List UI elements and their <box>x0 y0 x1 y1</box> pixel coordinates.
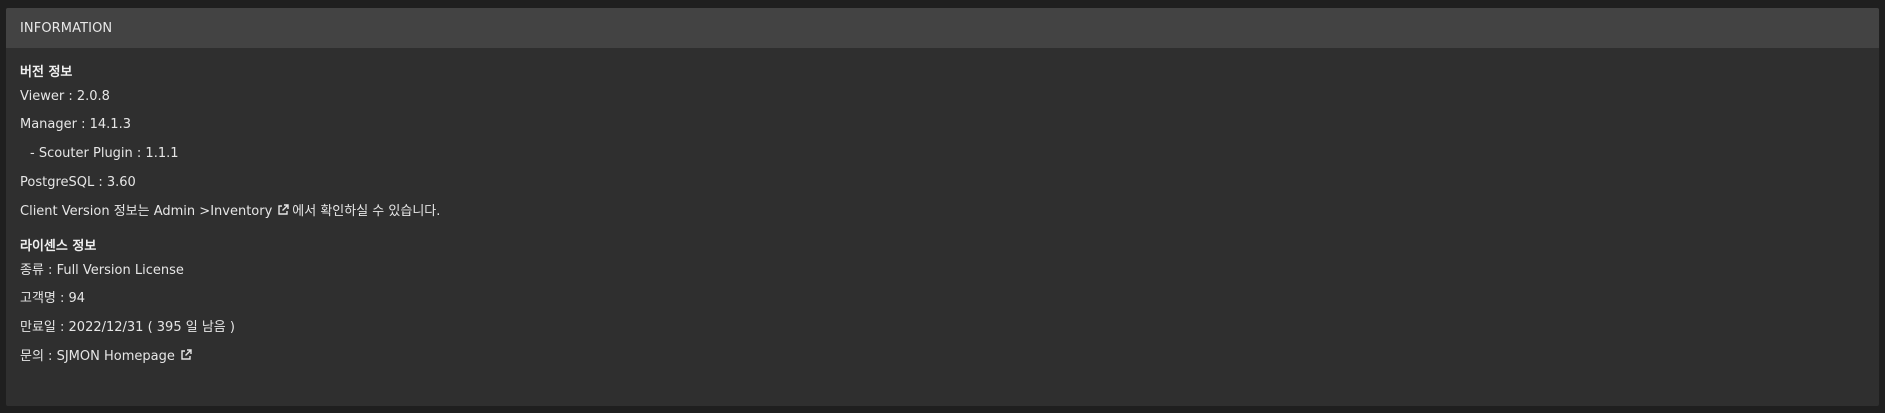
license-customer: 고객명 : 94 <box>20 291 86 306</box>
client-version-prefix: Client Version 정보는 Admin > <box>20 204 211 219</box>
version-info-heading: 버전 정보 <box>20 65 73 80</box>
panel-body: 버전 정보 Viewer : 2.0.8 Manager : 14.1.3 - … <box>6 48 1879 371</box>
panel-header: INFORMATION <box>6 8 1879 48</box>
license-contact: 문의 : SJMON Homepage <box>20 342 1865 371</box>
manager-version: Manager : 14.1.3 <box>20 117 131 132</box>
license-info-heading: 라이센스 정보 <box>20 239 97 254</box>
client-version-suffix: 에서 확인하실 수 있습니다. <box>292 204 441 219</box>
sjmon-homepage-link-label: SJMON Homepage <box>56 349 175 364</box>
license-contact-prefix: 문의 : <box>20 349 57 364</box>
inventory-link[interactable]: Inventory <box>210 204 292 219</box>
external-link-icon <box>277 204 289 216</box>
panel-title: INFORMATION <box>20 20 113 36</box>
license-type: 종류 : Full Version License <box>20 263 184 278</box>
scouter-plugin-version: - Scouter Plugin : 1.1.1 <box>30 146 179 161</box>
external-link-icon <box>180 349 192 361</box>
license-expiry: 만료일 : 2022/12/31 ( 395 일 남음 ) <box>20 320 235 335</box>
sjmon-homepage-link[interactable]: SJMON Homepage <box>57 349 195 364</box>
viewer-version: Viewer : 2.0.8 <box>20 89 110 104</box>
postgresql-version: PostgreSQL : 3.60 <box>20 175 136 190</box>
information-panel: INFORMATION 버전 정보 Viewer : 2.0.8 Manager… <box>6 8 1879 406</box>
client-version-note: Client Version 정보는 Admin >Inventory 에서 확인… <box>20 197 1865 226</box>
inventory-link-label: Inventory <box>210 204 273 219</box>
